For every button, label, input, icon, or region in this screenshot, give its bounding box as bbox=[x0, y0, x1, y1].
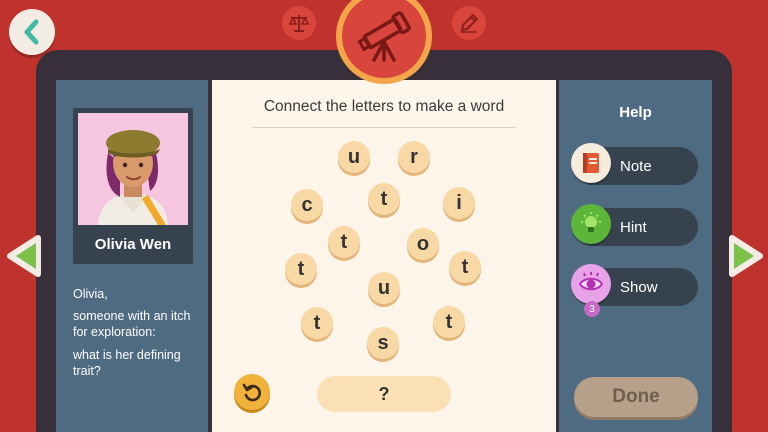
answer-slot[interactable]: ? bbox=[317, 376, 451, 412]
scales-icon bbox=[288, 15, 310, 32]
puzzle-instruction: Connect the letters to make a word bbox=[263, 98, 505, 115]
telescope-category-badge bbox=[342, 0, 426, 78]
character-card: Olivia Wen bbox=[73, 108, 193, 264]
previous-arrow-icon[interactable] bbox=[4, 234, 46, 278]
prompt-line-3: what is her defining trait? bbox=[73, 348, 181, 378]
letter-tile[interactable]: u bbox=[368, 272, 400, 304]
lightbulb-icon bbox=[571, 204, 611, 244]
scales-category-button[interactable] bbox=[282, 6, 316, 40]
prompt-line-1: Olivia, bbox=[73, 287, 108, 301]
character-portrait bbox=[78, 113, 188, 225]
letter-tile[interactable]: t bbox=[328, 226, 360, 258]
prompt-line-2: someone with an itch for exploration: bbox=[73, 309, 191, 339]
letter-tile[interactable]: t bbox=[433, 306, 465, 338]
letter-tile[interactable]: c bbox=[291, 189, 323, 221]
help-title: Help bbox=[619, 104, 652, 121]
note-icon bbox=[571, 143, 611, 183]
telescope-icon bbox=[357, 11, 411, 62]
pencil-icon bbox=[461, 14, 478, 33]
letter-tile[interactable]: t bbox=[285, 253, 317, 285]
instruction-divider bbox=[252, 127, 516, 128]
chevron-left-icon bbox=[24, 19, 39, 45]
eye-icon bbox=[571, 264, 611, 304]
pencil-category-button[interactable] bbox=[452, 6, 486, 40]
done-button[interactable]: Done bbox=[574, 377, 698, 417]
letter-tile[interactable]: t bbox=[368, 183, 400, 215]
letter-tile[interactable]: s bbox=[367, 327, 399, 359]
letter-tile[interactable]: r bbox=[398, 141, 430, 173]
character-avatar bbox=[98, 130, 168, 225]
show-count-badge: 3 bbox=[584, 301, 600, 317]
letter-tile[interactable]: o bbox=[407, 228, 439, 260]
hint-label: Hint bbox=[620, 219, 647, 236]
undo-icon bbox=[242, 383, 261, 402]
character-name: Olivia Wen bbox=[94, 236, 172, 253]
letter-tile[interactable]: i bbox=[443, 187, 475, 219]
note-label: Note bbox=[620, 158, 652, 175]
next-arrow-icon[interactable] bbox=[724, 234, 766, 278]
letter-tile[interactable]: t bbox=[449, 251, 481, 283]
back-button[interactable] bbox=[9, 9, 55, 55]
letter-tile[interactable]: t bbox=[301, 307, 333, 339]
letter-tile[interactable]: u bbox=[338, 141, 370, 173]
reset-button[interactable] bbox=[234, 374, 270, 410]
show-label: Show bbox=[620, 279, 658, 296]
